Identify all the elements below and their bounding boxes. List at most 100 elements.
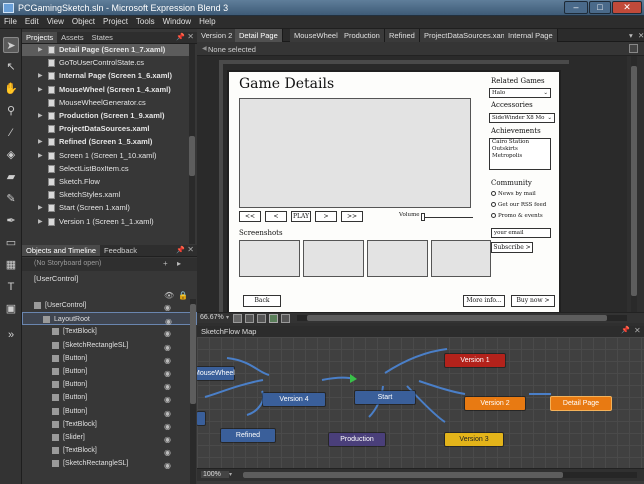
project-item[interactable]: ▶ Screen 1 (Screen 1_10.xaml): [22, 150, 190, 162]
achievement-item[interactable]: Metropolis: [492, 153, 550, 160]
tree-node[interactable]: [SketchRectangleSL] ◉: [22, 457, 197, 470]
doc-tab-internal-page[interactable]: Internal Page: [504, 29, 558, 42]
radio-promo-events[interactable]: Promo & events: [491, 213, 543, 219]
tree-node[interactable]: [Button] ◉: [22, 405, 197, 418]
expand-arrow-icon[interactable]: ▶: [38, 202, 43, 214]
storyboard-options-icon[interactable]: ▸: [177, 259, 181, 268]
tab-states[interactable]: States: [88, 32, 117, 43]
pan-icon[interactable]: ✋: [3, 81, 19, 97]
doc-tab-detail-page[interactable]: Detail Page: [235, 29, 283, 42]
doc-tab-projectdatasources[interactable]: ProjectDataSources.xaml: [420, 29, 514, 42]
map-node-version-3[interactable]: Version 3: [445, 433, 503, 446]
map-node-version-2[interactable]: Version 2: [465, 397, 525, 410]
doc-tab-production[interactable]: Production: [340, 29, 385, 42]
accessories-dropdown[interactable]: SideWinder X8 Mo ⌄: [489, 113, 555, 123]
project-item[interactable]: ▶ Version 1 (Screen 1_1.xaml): [22, 216, 190, 228]
zoom-dropdown-icon[interactable]: ▾: [226, 314, 229, 321]
expand-arrow-icon[interactable]: ▶: [38, 70, 43, 82]
pencil-icon[interactable]: ✎: [3, 191, 19, 207]
pen-icon[interactable]: ✒: [3, 213, 19, 229]
expand-arrow-icon[interactable]: ▶: [38, 150, 43, 162]
project-item[interactable]: MouseWheelGenerator.cs: [22, 97, 190, 109]
achievements-listbox[interactable]: Cairo Station Outskirts Metropolis: [489, 138, 551, 170]
artboard-vscroll-thumb[interactable]: [631, 66, 637, 296]
pin-icon[interactable]: 📌: [176, 246, 185, 254]
tree-node[interactable]: [Button] ◉: [22, 378, 197, 391]
design-view-icon[interactable]: [629, 44, 638, 53]
tab-feedback[interactable]: Feedback: [100, 245, 141, 256]
map-hscroll[interactable]: [243, 472, 637, 478]
map-node-refined[interactable]: Refined: [221, 429, 275, 442]
map-zoom-value[interactable]: 100%: [201, 471, 229, 478]
close-icon[interactable]: ✕: [634, 326, 641, 335]
objects-scroll-thumb[interactable]: [190, 304, 196, 404]
menu-file[interactable]: File: [0, 16, 21, 26]
asset-expander-icon[interactable]: »: [3, 327, 19, 343]
tree-node[interactable]: [Button] ◉: [22, 391, 197, 404]
tree-node[interactable]: [SketchRectangleSL] ◉: [22, 339, 197, 352]
radio-rss-feed[interactable]: Get our RSS feed: [491, 202, 546, 208]
map-node-start[interactable]: Start: [355, 391, 415, 404]
buy-now-button[interactable]: Buy now >: [511, 295, 555, 307]
map-node-production[interactable]: Production: [329, 433, 385, 446]
maximize-button[interactable]: □: [589, 1, 611, 14]
add-storyboard-icon[interactable]: +: [163, 259, 168, 268]
tree-node[interactable]: LayoutRoot ◉: [22, 312, 197, 326]
expand-arrow-icon[interactable]: ▶: [38, 136, 43, 148]
more-info-button[interactable]: More info...: [463, 295, 505, 307]
related-games-dropdown[interactable]: Halo ⌄: [489, 88, 551, 98]
paint-bucket-icon[interactable]: ◈: [3, 147, 19, 163]
tree-node[interactable]: [TextBlock] ◉: [22, 418, 197, 431]
map-node-mousewheel[interactable]: MouseWheel: [197, 367, 235, 380]
screenshot-thumb-2[interactable]: [303, 240, 364, 277]
menu-window[interactable]: Window: [159, 16, 195, 26]
map-zoom-dropdown-icon[interactable]: ▾: [229, 471, 232, 478]
close-doc-icon[interactable]: ✕: [634, 29, 644, 42]
menu-help[interactable]: Help: [195, 16, 219, 26]
projects-scrollbar[interactable]: [189, 44, 195, 244]
project-item[interactable]: ▶ MouseWheel (Screen 1_4.xaml): [22, 84, 190, 96]
tree-node[interactable]: [TextBlock] ◉: [22, 444, 197, 457]
project-item[interactable]: Sketch.Flow: [22, 176, 190, 188]
visibility-eye-icon[interactable]: ◉: [164, 459, 171, 472]
tree-node[interactable]: [UserControl] ◉: [22, 299, 197, 312]
project-item[interactable]: ▶ Start (Screen 1.xaml): [22, 202, 190, 214]
pin-icon[interactable]: 📌: [176, 33, 185, 41]
back-button[interactable]: Back: [243, 295, 281, 307]
tree-node[interactable]: [Slider] ◉: [22, 431, 197, 444]
expand-arrow-icon[interactable]: ▶: [38, 216, 43, 228]
artboard-zoom-value[interactable]: 66.67%: [200, 314, 224, 321]
doc-tab-version-2[interactable]: Version 2: [197, 29, 238, 42]
screenshot-thumb-1[interactable]: [239, 240, 300, 277]
annotations-icon[interactable]: [281, 314, 290, 323]
arrow-select-icon[interactable]: ➤: [3, 37, 19, 53]
fast-forward-button[interactable]: >>: [341, 211, 363, 222]
close-icon[interactable]: ✕: [187, 245, 194, 254]
map-node-version-4[interactable]: Version 4: [263, 393, 325, 406]
expand-arrow-icon[interactable]: ▶: [38, 110, 43, 122]
project-item[interactable]: GoToUserControlState.cs: [22, 57, 190, 69]
screenshot-thumb-3[interactable]: [367, 240, 428, 277]
detail-page-mockup[interactable]: Game Details << < PLAY > >> Volume Scree…: [227, 70, 561, 314]
grid-toggle-icon[interactable]: [245, 314, 254, 323]
close-icon[interactable]: ✕: [187, 32, 194, 41]
project-item[interactable]: ▶ Internal Page (Screen 1_6.xaml): [22, 70, 190, 82]
doc-tab-refined[interactable]: Refined: [385, 29, 420, 42]
tree-node[interactable]: [Button] ◉: [22, 365, 197, 378]
project-item[interactable]: ▶ Production (Screen 1_9.xaml): [22, 110, 190, 122]
menu-edit[interactable]: Edit: [21, 16, 43, 26]
pin-icon[interactable]: 📌: [621, 326, 630, 334]
video-placeholder[interactable]: [239, 98, 471, 208]
subscribe-button[interactable]: Subscribe >: [491, 242, 533, 253]
snap-lines-icon[interactable]: [269, 314, 278, 323]
snap-grid-icon[interactable]: [257, 314, 266, 323]
play-button[interactable]: PLAY: [291, 211, 311, 222]
grid-layout-icon[interactable]: ▦: [3, 257, 19, 273]
artboard-hscroll[interactable]: [297, 315, 627, 321]
brush-gradient-icon[interactable]: ▰: [3, 169, 19, 185]
doc-tab-mousewheel[interactable]: MouseWheel: [290, 29, 343, 42]
project-item[interactable]: SelectListBoxItem.cs: [22, 163, 190, 175]
menu-view[interactable]: View: [43, 16, 68, 26]
eyedropper-icon[interactable]: ⁄: [3, 125, 19, 141]
tab-assets[interactable]: Assets: [57, 32, 88, 43]
